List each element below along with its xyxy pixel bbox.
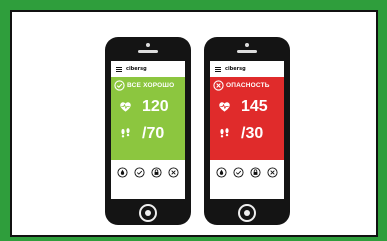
home-button[interactable] [238,204,256,222]
app-topbar: cibersg [210,61,284,77]
footprints-icon [121,128,130,138]
phone-ok: cibersg ВСЕ ХОРОШО 120 /70 [105,37,191,225]
heart-rate-row: 120 [111,93,185,120]
front-camera [146,43,150,47]
steps-row: /30 [210,120,284,147]
heart-rate-value: 145 [241,97,268,115]
check-circle-icon [114,79,125,91]
status-label: ВСЕ ХОРОШО [127,81,175,89]
steps-value: /30 [241,124,264,142]
steps-value: /70 [142,124,165,142]
action-bar [111,165,185,179]
heart-pulse-icon [120,102,131,112]
illustration-frame: cibersg ВСЕ ХОРОШО 120 /70 cibersg ОПАСН… [10,10,378,237]
drop-icon[interactable] [117,166,128,178]
close-circle-icon[interactable] [168,166,179,178]
app-brand: cibersg [126,66,147,72]
app-brand: cibersg [225,66,246,72]
action-bar [210,165,284,179]
lock-icon[interactable] [250,166,261,178]
status-row: ВСЕ ХОРОШО [111,77,185,93]
heart-pulse-icon [219,102,230,112]
check-circle-icon[interactable] [233,166,244,178]
speaker-grille [237,50,257,53]
hamburger-menu-icon[interactable] [215,66,221,72]
footprints-icon [220,128,229,138]
drop-icon[interactable] [216,166,227,178]
steps-row: /70 [111,120,185,147]
heart-rate-row: 145 [210,93,284,120]
hamburger-menu-icon[interactable] [116,66,122,72]
close-circle-icon[interactable] [267,166,278,178]
check-circle-icon[interactable] [134,166,145,178]
speaker-grille [138,50,158,53]
phone-screen: cibersg ВСЕ ХОРОШО 120 /70 [111,61,185,199]
status-panel-danger: ОПАСНОСТЬ 145 /30 [210,77,284,160]
close-circle-icon [213,79,224,91]
status-row: ОПАСНОСТЬ [210,77,284,93]
phone-danger: cibersg ОПАСНОСТЬ 145 /30 [204,37,290,225]
status-label: ОПАСНОСТЬ [226,81,270,89]
phone-screen: cibersg ОПАСНОСТЬ 145 /30 [210,61,284,199]
front-camera [245,43,249,47]
app-topbar: cibersg [111,61,185,77]
status-panel-ok: ВСЕ ХОРОШО 120 /70 [111,77,185,160]
heart-rate-value: 120 [142,97,169,115]
home-button[interactable] [139,204,157,222]
lock-icon[interactable] [151,166,162,178]
